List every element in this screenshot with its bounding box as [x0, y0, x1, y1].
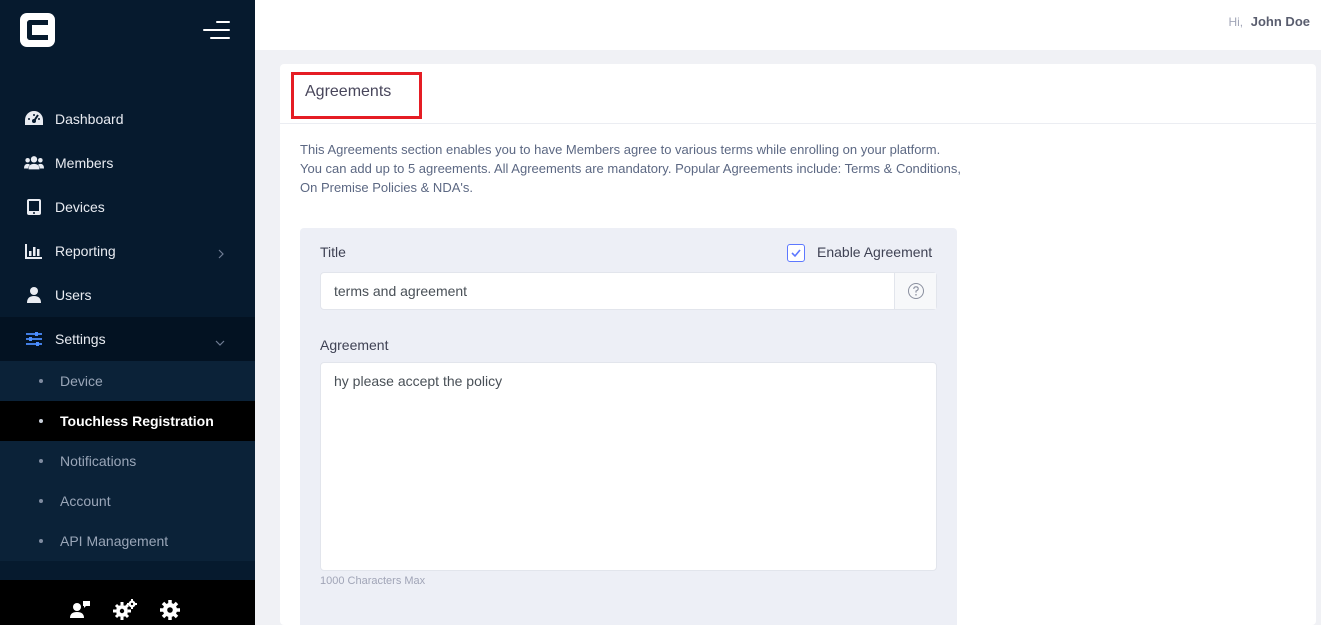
- tablet-icon: [24, 197, 44, 217]
- sidebar-item-label: Devices: [55, 199, 105, 215]
- title-field[interactable]: terms and agreement: [320, 272, 937, 310]
- title-field-value: terms and agreement: [334, 283, 468, 299]
- submenu-item-notifications[interactable]: Notifications: [0, 441, 255, 481]
- gauge-icon: [24, 109, 44, 129]
- user-greeting[interactable]: Hi, John Doe: [1228, 14, 1310, 29]
- cogs-icon[interactable]: [113, 599, 137, 621]
- bullet-icon: [39, 459, 43, 463]
- submenu-item-label: API Management: [60, 533, 169, 549]
- submenu-item-touchless-registration[interactable]: Touchless Registration: [0, 401, 255, 441]
- bar-chart-icon: [24, 241, 44, 261]
- sidebar-item-label: Reporting: [55, 243, 116, 259]
- bullet-icon: [39, 499, 43, 503]
- sidebar-item-label: Users: [55, 287, 92, 303]
- submenu-item-device[interactable]: Device: [0, 361, 255, 401]
- submenu-item-label: Notifications: [60, 453, 137, 469]
- submenu-item-api-management[interactable]: API Management: [0, 521, 255, 561]
- char-limit-hint: 1000 Characters Max: [320, 575, 426, 587]
- title-label: Title: [320, 244, 346, 260]
- bullet-icon: [39, 539, 43, 543]
- submenu-item-label: Device: [60, 373, 103, 389]
- sidebar: Dashboard Members Devices Reporting User…: [0, 0, 255, 625]
- chevron-right-icon: [217, 244, 225, 263]
- sidebar-nav: Dashboard Members Devices Reporting User…: [0, 97, 255, 561]
- agreement-textarea[interactable]: hy please accept the policy: [320, 362, 937, 571]
- sidebar-item-members[interactable]: Members: [0, 141, 255, 185]
- sliders-icon: [24, 329, 44, 349]
- sidebar-item-label: Members: [55, 155, 114, 171]
- sidebar-item-label: Dashboard: [55, 111, 124, 127]
- sidebar-item-users[interactable]: Users: [0, 273, 255, 317]
- gear-icon[interactable]: [159, 599, 181, 621]
- chevron-down-icon: [215, 332, 225, 351]
- user-chat-icon[interactable]: [69, 599, 91, 621]
- sidebar-item-dashboard[interactable]: Dashboard: [0, 97, 255, 141]
- sidebar-item-label: Settings: [55, 331, 106, 347]
- card-header: Agreements: [280, 64, 1316, 124]
- bullet-icon: [39, 379, 43, 383]
- greeting-text: Hi,: [1228, 15, 1244, 29]
- page-title: Agreements: [305, 83, 392, 100]
- sidebar-item-devices[interactable]: Devices: [0, 185, 255, 229]
- checkmark-icon: [791, 249, 801, 258]
- submenu-item-label: Touchless Registration: [60, 413, 214, 429]
- sidebar-item-reporting[interactable]: Reporting: [0, 229, 255, 273]
- user-name: John Doe: [1250, 14, 1310, 29]
- app-logo[interactable]: [20, 13, 55, 47]
- agreement-label: Agreement: [320, 337, 389, 353]
- submenu-item-label: Account: [60, 493, 111, 509]
- sidebar-footer: [0, 580, 255, 625]
- menu-toggle-icon[interactable]: [203, 20, 230, 40]
- settings-submenu: Device Touchless Registration Notificati…: [0, 361, 255, 561]
- agreements-card: Agreements This Agreements section enabl…: [280, 64, 1316, 625]
- sidebar-item-settings[interactable]: Settings: [0, 317, 255, 361]
- user-icon: [24, 285, 44, 305]
- top-header: Hi, John Doe: [255, 0, 1321, 50]
- enable-agreement-label[interactable]: Enable Agreement: [817, 244, 932, 260]
- help-icon[interactable]: [894, 273, 936, 309]
- enable-agreement-checkbox[interactable]: [787, 244, 805, 262]
- submenu-item-account[interactable]: Account: [0, 481, 255, 521]
- users-icon: [24, 153, 44, 173]
- agreement-panel: Title Enable Agreement terms and agreeme…: [300, 228, 957, 625]
- section-description: This Agreements section enables you to h…: [300, 142, 961, 195]
- bullet-icon: [39, 419, 43, 423]
